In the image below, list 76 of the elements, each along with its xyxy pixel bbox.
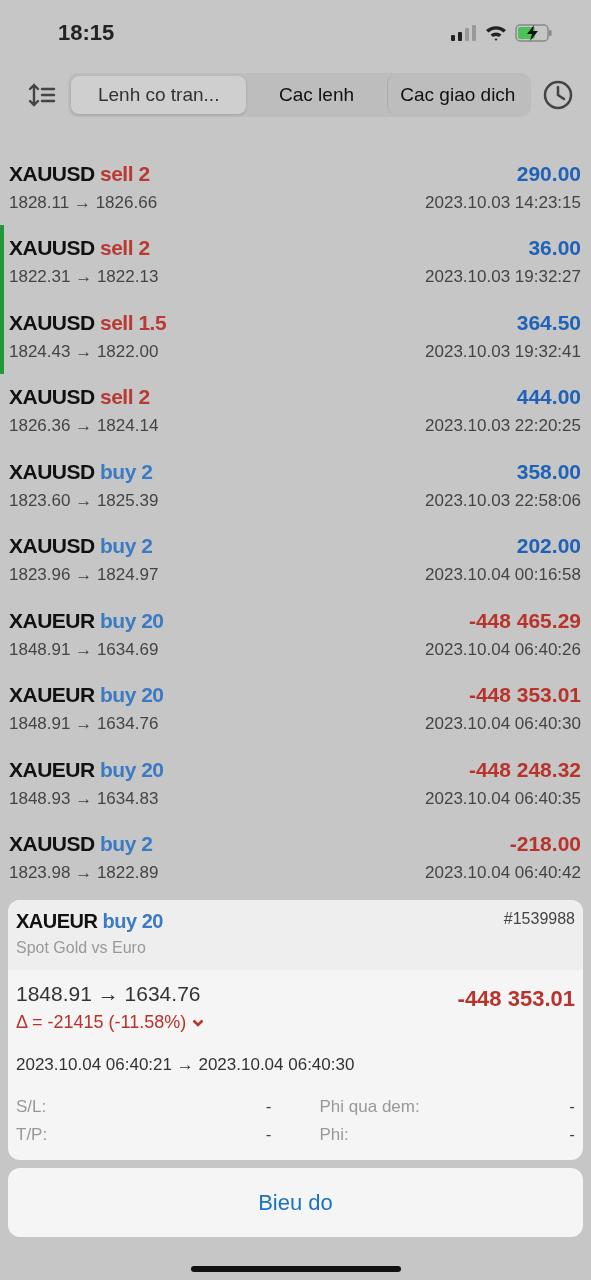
- field-value: -: [569, 1125, 575, 1145]
- tab[interactable]: Lenh co tran...: [71, 76, 247, 114]
- clock-time: 18:15: [58, 19, 115, 46]
- price-delta: Δ = -21415 (-11.58%): [16, 1012, 187, 1033]
- wifi-icon: [485, 24, 507, 41]
- close-time: 2023.10.03 14:23:15: [425, 192, 581, 213]
- close-time: 2023.10.03 19:32:27: [425, 267, 581, 288]
- time-range: 2023.10.04 06:40:21 → 2023.10.04 06:40:30: [16, 1055, 356, 1075]
- symbol-label: XAUUSD buy 2: [9, 534, 153, 559]
- price-range: 1848.91 → 1634.69: [9, 639, 159, 660]
- field-value: -: [265, 1097, 272, 1117]
- close-time: 2023.10.04 06:40:30: [425, 714, 581, 735]
- trade-row[interactable]: XAUUSD buy 2 358.00 1823.60 → 1825.39 2023.10.03 22:58:06: [0, 448, 591, 523]
- profit-value: -448 353.01: [457, 986, 575, 1012]
- tab[interactable]: Cac giao dich: [386, 76, 528, 114]
- price-range: 1848.91 → 1634.76: [16, 982, 202, 1006]
- trade-row[interactable]: XAUEUR buy 20 -448 353.01 1848.91 → 1634.76 2023.10.04 06:40:30: [0, 671, 591, 746]
- field-label: Phi qua dem:: [319, 1097, 420, 1117]
- close-time: 2023.10.04 00:16:58: [425, 565, 581, 586]
- price-range: 1826.36 → 1824.14: [9, 416, 159, 437]
- price-range: 1822.31 → 1822.13: [9, 267, 159, 288]
- close-time: 2023.10.04 06:40:26: [425, 639, 581, 660]
- profit-value: 36.00: [528, 236, 581, 261]
- profit-value: -448 248.32: [468, 757, 581, 782]
- symbol-label: XAUUSD buy 2: [9, 832, 153, 857]
- profit-value: 358.00: [516, 459, 581, 484]
- symbol-description: Spot Gold vs Euro: [16, 939, 147, 957]
- close-time: 2023.10.03 19:32:41: [425, 341, 581, 362]
- price-range: 1823.98 → 1822.89: [9, 863, 159, 884]
- profit-value: -448 353.01: [468, 683, 581, 708]
- field-label: Phi:: [319, 1125, 349, 1145]
- field-label: T/P:: [16, 1125, 48, 1145]
- trade-row[interactable]: XAUUSD sell 2 444.00 1826.36 → 1824.14 2023.10.03 22:20:25: [0, 373, 591, 448]
- chart-button[interactable]: Bieu do: [8, 1168, 583, 1237]
- trade-row[interactable]: XAUUSD buy 2 -218.00 1823.98 → 1822.89 2023.10.04 06:40:42: [0, 820, 591, 895]
- signal-icon: [451, 24, 477, 41]
- profit-value: 202.00: [516, 534, 581, 559]
- sort-icon[interactable]: [28, 83, 56, 107]
- symbol-label: XAUUSD sell 2: [9, 161, 150, 186]
- symbol-label: XAUEUR buy 20: [9, 757, 164, 782]
- chevron-down-icon[interactable]: [192, 1018, 205, 1027]
- profit-value: 444.00: [516, 385, 581, 410]
- trade-row[interactable]: XAUEUR buy 20 -448 248.32 1848.93 → 1634.83 2023.10.04 06:40:35: [0, 746, 591, 821]
- price-range: 1824.43 → 1822.00: [9, 341, 159, 362]
- symbol-label: XAUUSD sell 2: [9, 385, 150, 410]
- close-time: 2023.10.04 06:40:35: [425, 788, 581, 809]
- close-time: 2023.10.03 22:58:06: [425, 490, 581, 511]
- close-time: 2023.10.04 06:40:42: [425, 863, 581, 884]
- profit-value: -448 465.29: [468, 608, 581, 633]
- trade-row[interactable]: XAUUSD sell 2 36.00 1822.31 → 1822.13 2023.10.03 19:32:27: [0, 224, 591, 299]
- price-range: 1823.60 → 1825.39: [9, 490, 159, 511]
- symbol-label: XAUUSD buy 2: [9, 459, 153, 484]
- price-range: 1848.93 → 1634.83: [9, 788, 159, 809]
- trade-row[interactable]: XAUUSD sell 2 290.00 1828.11 → 1826.66 2023.10.03 14:23:15: [0, 150, 591, 225]
- trade-row[interactable]: XAUUSD sell 1.5 364.50 1824.43 → 1822.00 2023.10.03 19:32:41: [0, 299, 591, 374]
- close-time: 2023.10.03 22:20:25: [425, 416, 581, 437]
- price-range: 1823.96 → 1824.97: [9, 565, 159, 586]
- trade-row[interactable]: XAUUSD buy 2 202.00 1823.96 → 1824.97 2023.10.04 00:16:58: [0, 522, 591, 597]
- field-value: -: [265, 1125, 272, 1145]
- symbol-label: XAUUSD sell 2: [9, 236, 150, 261]
- field-label: S/L:: [16, 1097, 47, 1117]
- price-range: 1848.91 → 1634.76: [9, 714, 159, 735]
- symbol-label: XAUUSD sell 1.5: [9, 310, 167, 335]
- battery-charging-icon: [515, 23, 553, 42]
- field-value: -: [569, 1097, 575, 1117]
- trade-row[interactable]: XAUEUR buy 20 -448 465.29 1848.91 → 1634.69 2023.10.04 06:40:26: [0, 597, 591, 672]
- ticket-number: #1539988: [503, 910, 575, 928]
- profit-value: 364.50: [516, 310, 581, 335]
- symbol-label: XAUEUR buy 20: [9, 608, 164, 633]
- symbol-label: XAUEUR buy 20: [9, 683, 164, 708]
- price-range: 1828.11 → 1826.66: [9, 192, 158, 213]
- history-clock-icon[interactable]: [543, 80, 573, 110]
- profit-value: -218.00: [509, 832, 581, 857]
- symbol-label: XAUEUR buy 20: [16, 910, 163, 932]
- profit-value: 290.00: [516, 161, 581, 186]
- tab[interactable]: Cac lenh: [246, 76, 387, 114]
